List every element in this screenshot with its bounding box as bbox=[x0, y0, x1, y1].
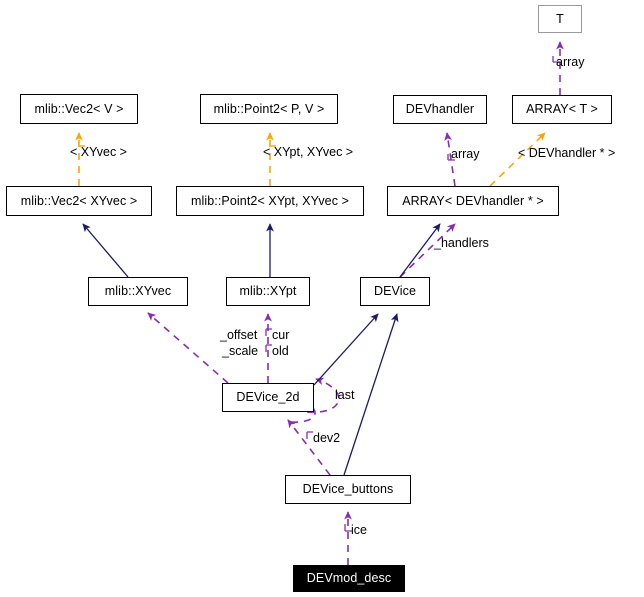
class-box-mlib-point2-xypt-xyvec[interactable]: mlib::Point2< XYpt, XYvec > bbox=[176, 186, 364, 216]
edge-device2d-xyvec bbox=[147, 312, 229, 384]
edge-label-last: last bbox=[335, 388, 355, 402]
edge-label-offset: _offset bbox=[220, 328, 258, 342]
edge-label-handlers: _handlers bbox=[434, 236, 489, 250]
edge-label-array-mid: array bbox=[451, 147, 480, 161]
edge-point2-template bbox=[266, 132, 276, 186]
class-box-t[interactable]: T bbox=[538, 5, 582, 33]
edge-label-dev2: dev2 bbox=[313, 431, 341, 445]
class-box-mlib-point2-p-v[interactable]: mlib::Point2< P, V > bbox=[200, 94, 338, 124]
class-box-devmod-desc[interactable]: DEVmod_desc bbox=[293, 565, 405, 592]
class-box-array-devhandler-ptr[interactable]: ARRAY< DEVhandler * > bbox=[387, 186, 559, 216]
inheritance-diagram: T mlib::Vec2< V > mlib::Point2< P, V > D… bbox=[0, 0, 644, 597]
class-box-mlib-vec2-v[interactable]: mlib::Vec2< V > bbox=[20, 94, 138, 124]
edge-device2d-inherits-device bbox=[313, 313, 379, 386]
edge-device-handlers bbox=[399, 223, 456, 278]
edge-vec2-template bbox=[75, 132, 85, 186]
edge-label-array-top: array bbox=[556, 55, 585, 69]
edge-buttons-device2d bbox=[287, 419, 331, 476]
edge-label-xypt-xyvec-template: < XYpt, XYvec > bbox=[263, 145, 354, 159]
edge-label-old: old bbox=[272, 344, 289, 358]
class-box-device-buttons[interactable]: DEVice_buttons bbox=[285, 475, 411, 504]
class-box-mlib-xyvec[interactable]: mlib::XYvec bbox=[88, 277, 188, 306]
edge-label-devhandler-ptr-template: < DEVhandler * > bbox=[518, 146, 616, 160]
edge-label-ice: ice bbox=[351, 523, 367, 537]
edge-label-cur: cur bbox=[272, 328, 290, 342]
edge-label-xyvec-template: < XYvec > bbox=[70, 145, 127, 159]
edge-label-scale: _scale bbox=[222, 344, 259, 358]
class-box-devhandler[interactable]: DEVhandler bbox=[393, 95, 487, 124]
edge-device-inherits-arraydevhandler bbox=[399, 223, 441, 278]
class-box-array-t[interactable]: ARRAY< T > bbox=[512, 95, 612, 124]
edge-xyvec-inherits-vec2 bbox=[82, 223, 129, 278]
class-box-device-2d[interactable]: DEVice_2d bbox=[222, 383, 314, 412]
class-box-mlib-xypt[interactable]: mlib::XYpt bbox=[226, 277, 310, 306]
class-box-mlib-vec2-xyvec[interactable]: mlib::Vec2< XYvec > bbox=[6, 186, 152, 216]
edge-devmod-buttons bbox=[344, 511, 352, 565]
class-box-device[interactable]: DEVice bbox=[360, 277, 430, 306]
